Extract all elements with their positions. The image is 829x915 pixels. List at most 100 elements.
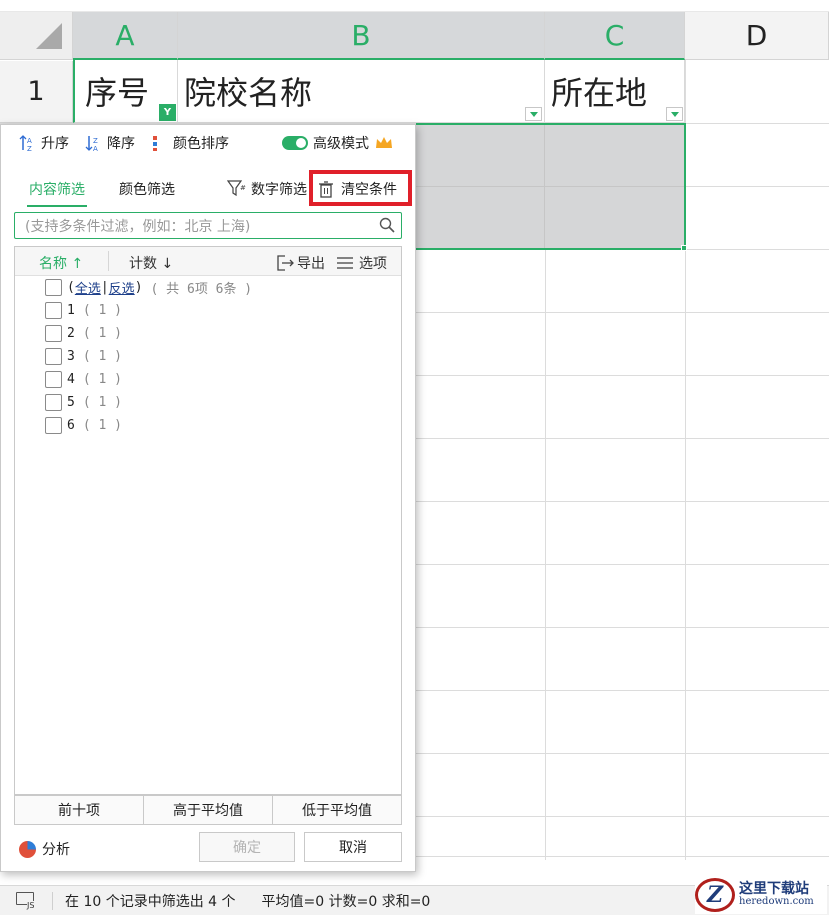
item-label: 1: [67, 302, 75, 318]
value-list: 名称 ↑ 计数 ↓ 导出 选项 (全选 | 反选) (共 6项 6条) …: [14, 246, 402, 795]
item-count: ( 1 ): [82, 417, 122, 433]
site-logo-icon: Z: [695, 878, 735, 912]
item-count: ( 1 ): [82, 302, 122, 318]
sort-by-name-button[interactable]: 名称 ↑: [39, 253, 83, 273]
select-all-link[interactable]: 全选: [75, 278, 101, 297]
list-item[interactable]: 5 ( 1 ): [45, 392, 122, 412]
filter-search-input[interactable]: (支持多条件过滤，例如：北京 上海): [14, 212, 402, 239]
column-header-d[interactable]: D: [685, 12, 829, 60]
menu-icon: [337, 257, 353, 269]
funnel-icon: #: [227, 180, 246, 197]
list-item[interactable]: 6 ( 1 ): [45, 415, 122, 435]
arrow-down-icon: ↓: [161, 256, 174, 272]
list-item[interactable]: 2 ( 1 ): [45, 323, 122, 343]
paren: ): [134, 279, 143, 295]
color-sort-button[interactable]: 颜色排序: [151, 133, 229, 153]
filter-dropdown-c[interactable]: [666, 107, 683, 121]
item-label: 3: [67, 348, 75, 364]
svg-text:Z: Z: [27, 145, 32, 152]
confirm-button[interactable]: 确定: [199, 832, 295, 862]
options-button[interactable]: 选项: [335, 253, 387, 273]
item-checkbox[interactable]: [45, 370, 62, 388]
item-count: ( 1 ): [82, 348, 122, 364]
sort-descending-button[interactable]: Z A 降序: [85, 133, 135, 153]
cell-b1[interactable]: 院校名称: [178, 60, 545, 123]
pie-chart-icon: [19, 840, 36, 858]
sort-ascending-label: 升序: [41, 136, 69, 152]
advanced-mode-toggle[interactable]: 高级模式: [282, 133, 393, 153]
watermark-url: heredown.com: [739, 896, 814, 908]
ribbon-edge: [0, 0, 829, 12]
below-average-button[interactable]: 低于平均值: [273, 796, 401, 824]
item-label: 4: [67, 371, 75, 387]
top-ten-button[interactable]: 前十项: [15, 796, 144, 824]
item-checkbox[interactable]: [45, 393, 62, 411]
sort-ascending-icon: A Z: [19, 135, 32, 152]
item-count: ( 1 ): [82, 371, 122, 387]
item-checkbox[interactable]: [45, 416, 62, 434]
number-filter-label: 数字筛选: [251, 182, 307, 198]
tab-content-filter[interactable]: 内容筛选: [27, 179, 87, 207]
item-checkbox[interactable]: [45, 301, 62, 319]
analysis-button[interactable]: 分析: [19, 839, 70, 859]
crown-icon: [376, 137, 392, 148]
select-all-corner[interactable]: [0, 12, 73, 60]
item-label: 5: [67, 394, 75, 410]
tab-number-filter[interactable]: # 数字筛选: [227, 179, 307, 199]
item-checkbox[interactable]: [45, 324, 62, 342]
selected-range[interactable]: [416, 123, 686, 250]
filter-popup: A Z 升序 Z A 降序 颜色排序 高级模式 内容筛选 颜色筛选 # 数字筛选…: [0, 124, 416, 872]
color-sort-icon: [153, 136, 157, 151]
filter-active-icon[interactable]: Y: [159, 104, 176, 121]
svg-text:A: A: [93, 145, 98, 152]
search-icon[interactable]: [379, 217, 395, 233]
item-label: 2: [67, 325, 75, 341]
export-icon: [277, 255, 294, 271]
toggle-switch[interactable]: [282, 136, 308, 150]
svg-text:Z: Z: [93, 137, 98, 145]
arrow-up-icon: ↑: [71, 256, 84, 272]
tab-color-filter[interactable]: 颜色筛选: [119, 179, 175, 199]
export-button[interactable]: 导出: [275, 253, 325, 273]
color-sort-label: 颜色排序: [173, 136, 229, 152]
fill-handle[interactable]: [681, 245, 687, 251]
list-item[interactable]: 1 ( 1 ): [45, 300, 122, 320]
cancel-button[interactable]: 取消: [304, 832, 402, 862]
above-average-button[interactable]: 高于平均值: [144, 796, 273, 824]
macro-monitor-icon[interactable]: JS: [16, 891, 38, 910]
svg-text:#: #: [240, 184, 246, 192]
item-label: 6: [67, 417, 75, 433]
selection-stats: 平均值=0 计数=0 求和=0: [261, 893, 431, 910]
quick-filter-bar: 前十项 高于平均值 低于平均值: [14, 795, 402, 825]
item-count: ( 1 ): [82, 325, 122, 341]
column-header-a[interactable]: A: [73, 12, 178, 60]
search-placeholder: (支持多条件过滤，例如：北京 上海): [25, 218, 251, 235]
sort-descending-label: 降序: [107, 136, 135, 152]
cell-c1[interactable]: 所在地: [545, 60, 685, 123]
list-item[interactable]: 3 ( 1 ): [45, 346, 122, 366]
item-summary: ( 共 6项 6条 ): [150, 281, 253, 297]
highlight-annotation: [309, 170, 412, 206]
advanced-mode-label: 高级模式: [313, 136, 369, 152]
select-all-row[interactable]: ( 全选 | 反选 ) ( 共 6项 6条 ): [45, 277, 252, 297]
sort-descending-icon: Z A: [85, 136, 98, 152]
corner-triangle-icon: [36, 23, 62, 49]
paren: (: [67, 279, 75, 295]
sort-ascending-button[interactable]: A Z 升序: [19, 133, 69, 153]
select-all-checkbox[interactable]: [45, 278, 62, 296]
svg-text:A: A: [27, 137, 32, 145]
invert-selection-link[interactable]: 反选: [109, 278, 135, 297]
row-header-1[interactable]: 1: [0, 61, 73, 123]
watermark-logo: Z 这里下载站 heredown.com: [695, 876, 827, 914]
sort-by-count-button[interactable]: 计数 ↓: [129, 253, 173, 273]
column-header-c[interactable]: C: [545, 12, 685, 60]
item-count: ( 1 ): [82, 394, 122, 410]
column-header-b[interactable]: B: [178, 12, 545, 60]
list-item[interactable]: 4 ( 1 ): [45, 369, 122, 389]
filter-dropdown-b[interactable]: [525, 107, 542, 121]
watermark-title: 这里下载站: [739, 881, 809, 898]
filter-result-text: 在 10 个记录中筛选出 4 个: [65, 893, 236, 910]
list-header: 名称 ↑ 计数 ↓ 导出 选项: [15, 247, 401, 276]
item-checkbox[interactable]: [45, 347, 62, 365]
divider: |: [100, 279, 109, 295]
